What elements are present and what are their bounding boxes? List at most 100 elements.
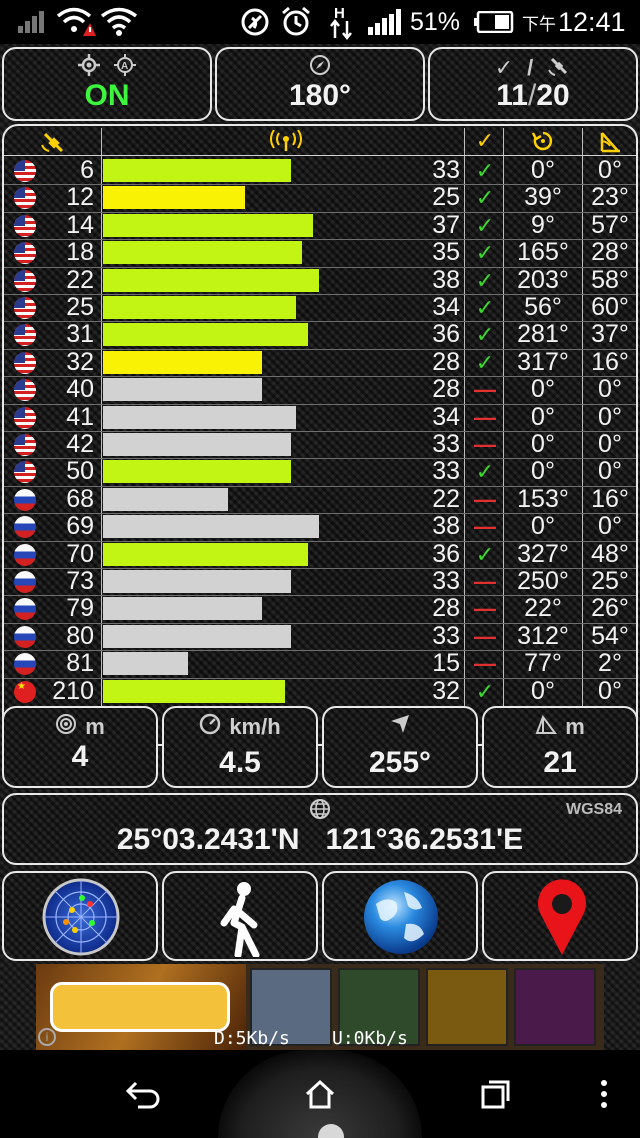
ad-character-3 [426,968,508,1046]
signal-strength-value: 36 [432,539,460,568]
satellite-row[interactable]: 70 36 ✓ 327° 48° [4,539,636,568]
satellite-row[interactable]: 22 38 ✓ 203° 58° [4,265,636,294]
ad-banner[interactable]: i D:5Kb/s U:0Kb/s [36,964,604,1050]
satellite-row[interactable]: 12 25 ✓ 39° 23° [4,184,636,211]
signal-bar [103,350,262,374]
us-flag-icon [14,351,36,374]
elevation-value: 0° [598,512,622,541]
satellite-prn: 18 [66,238,94,267]
accuracy-panel[interactable]: m 4 [2,706,158,788]
compass-icon [309,54,331,82]
signal-bar [103,296,296,319]
heading-panel[interactable]: 180° [215,47,425,121]
azimuth-value: 165° [517,238,569,267]
used-in-fix-header-icon: ✓ [475,128,495,153]
signal-strength-value: 33 [432,457,460,486]
satellite-row[interactable]: 18 35 ✓ 165° 28° [4,239,636,266]
map-pin-button[interactable] [482,871,638,961]
ad-download-rate: D:5Kb/s [214,1028,290,1049]
china-flag-icon [14,680,36,703]
satellite-row[interactable]: 31 36 ✓ 281° 37° [4,321,636,348]
elevation-header-icon [583,130,637,153]
satellite-row[interactable]: 25 34 ✓ 56° 60° [4,294,636,321]
used-check-icon: ✓ [475,678,495,704]
globe-button[interactable] [322,871,478,961]
used-check-icon: ✓ [475,322,495,348]
altitude-value: 21 [543,746,577,779]
satellite-row[interactable]: 40 28 — 0° 0° [4,376,636,403]
satellite-row[interactable]: 73 33 — 250° 25° [4,568,636,595]
svg-text:A: A [121,61,128,72]
satellite-row[interactable]: 79 28 — 22° 26° [4,595,636,622]
altitude-icon [535,713,558,741]
satellite-row[interactable]: 42 33 — 0° 0° [4,431,636,458]
azimuth-value: 203° [517,265,569,294]
satellite-row[interactable]: 6 33 ✓ 0° 0° [4,157,636,184]
signal-bar [103,570,291,593]
globe-icon [362,878,440,961]
us-flag-icon [14,269,36,292]
back-button[interactable] [122,1074,162,1114]
satellite-prn: 69 [66,512,94,541]
bearing-panel[interactable]: 255° [322,706,478,788]
satellite-row[interactable]: 80 33 — 312° 54° [4,622,636,650]
gps-state-panel[interactable]: A ON [2,47,212,121]
signal-bar [103,323,308,347]
satellite-row[interactable]: 69 38 — 0° 0° [4,513,636,540]
recent-apps-button[interactable] [476,1074,516,1114]
satellite-count-panel[interactable]: ✓ / 11/20 [428,47,638,121]
wifi-warning-icon [56,0,96,44]
signal-strength-value: 36 [432,320,460,349]
satellite-prn: 73 [66,567,94,595]
altitude-unit: m [565,714,585,739]
satellite-prn: 68 [66,484,94,513]
unused-dash-icon: — [474,596,496,622]
speed-value: 4.5 [219,746,261,779]
menu-overflow-button[interactable] [584,1074,624,1114]
status-bar: H 51% 下午 12:41 [0,0,640,44]
coordinates-panel[interactable]: WGS84 25°03.2431'N 121°36.2531'E [2,793,638,865]
sats-total: 20 [536,79,570,112]
signal-strength-value: 32 [432,676,460,705]
signal-strength-value: 33 [432,430,460,458]
signal-bar [103,679,285,703]
app-container: A ON 180° ✓ / 11/20 ✓ 6 33 ✓ 0° 0° 12 25… [0,44,640,1050]
globe-grid-icon [309,798,331,826]
us-flag-icon [14,160,36,182]
azimuth-value: 56° [524,293,562,321]
satellite-row[interactable]: 210 32 ✓ 0° 0° [4,676,636,705]
unused-dash-icon: — [474,377,496,403]
altitude-panel[interactable]: m 21 [482,706,638,788]
signal-bar [103,515,319,539]
used-check-icon: ✓ [475,185,495,211]
signal-strength-value: 34 [432,293,460,321]
home-button[interactable] [300,1074,340,1114]
navigation-bar [0,1050,640,1138]
sats-used: 11 [496,79,528,112]
satellite-row[interactable]: 68 22 — 153° 16° [4,484,636,513]
agps-icon: A [114,54,136,82]
elevation-value: 0° [598,676,622,705]
unused-dash-icon: — [474,623,496,649]
satellite-row[interactable]: 50 33 ✓ 0° 0° [4,458,636,485]
satellite-row[interactable]: 41 34 — 0° 0° [4,403,636,431]
signal-bar [103,487,228,511]
latitude-value: 25°03.2431'N [116,823,300,856]
radar-button[interactable] [2,871,158,961]
satellite-row[interactable]: 81 15 — 77° 2° [4,650,636,677]
russia-flag-icon [14,653,36,676]
used-check-icon: ✓ [475,349,495,375]
accuracy-value: 4 [71,740,89,773]
satellite-prn: 32 [66,347,94,376]
elevation-value: 23° [591,183,629,212]
satellite-row[interactable]: 32 28 ✓ 317° 16° [4,347,636,376]
azimuth-value: 0° [531,676,555,705]
azimuth-value: 0° [531,156,555,184]
azimuth-value: 317° [517,347,569,376]
walk-button[interactable] [162,871,318,961]
ad-info-icon[interactable]: i [38,1028,56,1046]
speed-panel[interactable]: km/h 4.5 [162,706,318,788]
satellite-prn: 50 [66,457,94,486]
satellite-row[interactable]: 14 37 ✓ 9° 57° [4,211,636,239]
satellite-table[interactable]: ✓ 6 33 ✓ 0° 0° 12 25 ✓ 39° 23° 14 37 ✓ 9° 57° 18 35 ✓ 165°… [2,124,638,746]
